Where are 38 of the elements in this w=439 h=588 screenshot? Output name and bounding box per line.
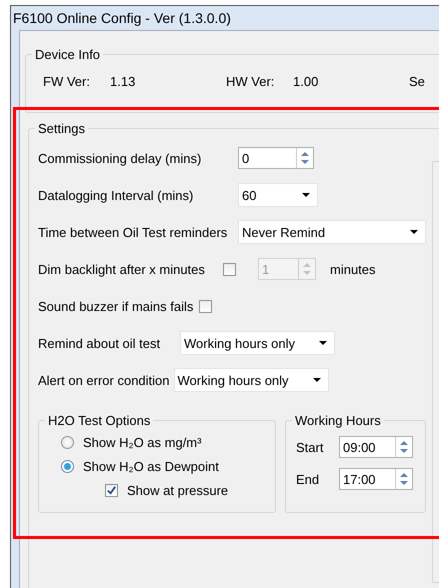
field-label: HW Ver: — [226, 74, 276, 89]
caret-icon — [301, 192, 311, 198]
group-title: H2O Test Options — [47, 413, 152, 428]
setting-label: Commissioning delay (mins) — [38, 150, 202, 166]
checkbox[interactable] — [105, 484, 118, 496]
window-title: F6100 Online Config - Ver (1.3.0.0) — [13, 10, 231, 26]
unit-label: minutes — [330, 262, 376, 276]
setting-label: Remind about oil test — [38, 336, 162, 350]
setting-label: Time between Oil Test reminders — [38, 224, 228, 240]
caret-icon — [312, 377, 322, 383]
dropdown[interactable]: Working hours only — [180, 331, 335, 355]
field-value: 1.00 — [293, 74, 318, 89]
caret-icon — [409, 229, 419, 235]
group-title: Settings — [37, 121, 86, 136]
dropdown[interactable]: Working hours only — [174, 368, 329, 392]
checkbox[interactable] — [199, 300, 212, 312]
setting-label: Dim backlight after x minutes — [38, 262, 206, 276]
option-label: Show H₂O as Dewpoint — [83, 458, 219, 474]
time-label: End — [296, 472, 320, 486]
field-label: FW Ver: — [43, 74, 91, 89]
time-spinner[interactable]: 09:00 — [339, 436, 413, 458]
setting-label: Alert on error condition — [38, 372, 170, 388]
time-spinner[interactable]: 17:00 — [339, 468, 413, 490]
number-spinner[interactable]: 0 — [238, 147, 314, 169]
group-title: Working Hours — [294, 413, 382, 428]
caret-icon — [318, 340, 328, 346]
setting-label: Sound buzzer if mains fails — [38, 298, 194, 314]
time-label: Start — [296, 440, 324, 454]
radio-button[interactable] — [61, 460, 74, 472]
option-label: Show at pressure — [127, 482, 228, 498]
group-title: Device Info — [34, 47, 102, 62]
setting-label: Datalogging Interval (mins) — [38, 188, 194, 202]
field-label: Se — [409, 74, 426, 89]
radio-button[interactable] — [61, 436, 74, 448]
option-label: Show H₂O as mg/m³ — [83, 434, 202, 450]
dropdown[interactable]: Never Remind — [238, 220, 426, 244]
field-value: 1.13 — [110, 74, 136, 89]
dropdown[interactable]: 60 — [238, 183, 318, 207]
